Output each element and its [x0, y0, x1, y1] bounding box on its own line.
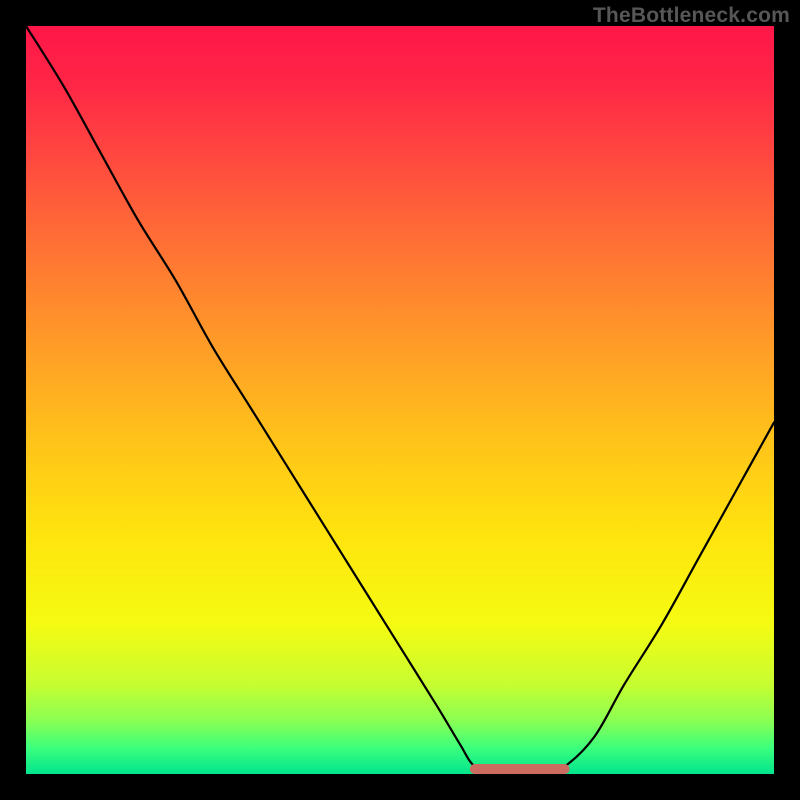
bottleneck-curve — [26, 26, 774, 774]
watermark-text: TheBottleneck.com — [593, 4, 790, 28]
chart-frame: TheBottleneck.com — [0, 0, 800, 800]
plot-area — [26, 26, 774, 774]
